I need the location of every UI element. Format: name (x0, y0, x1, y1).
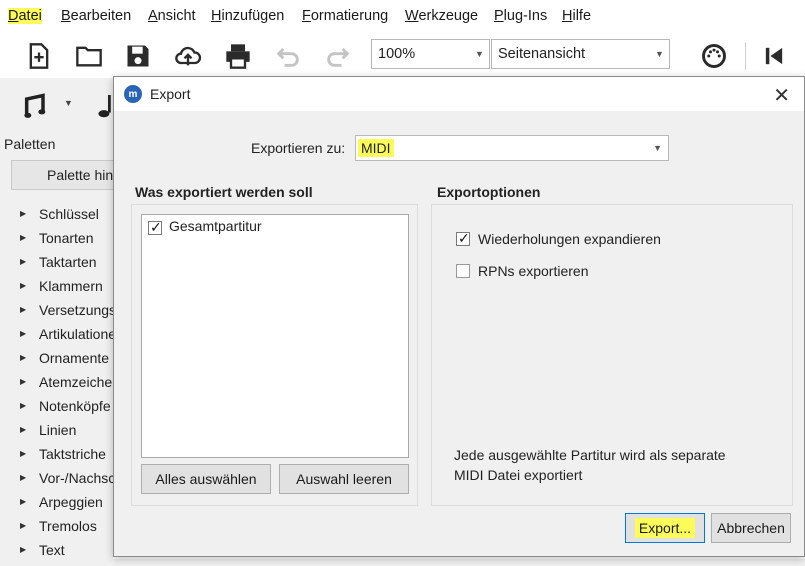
export-info-line: Jede ausgewählte Partitur wird als separ… (454, 447, 726, 463)
menu-werkzeuge[interactable]: Werkzeuge (405, 8, 478, 24)
palette-item[interactable]: ▶ Linien (0, 422, 115, 446)
export-info-line: MIDI Datei exportiert (454, 467, 583, 483)
save-icon[interactable] (121, 40, 155, 72)
menu-ansicht[interactable]: Ansicht (148, 8, 196, 24)
export-dialog: m Export ✕ Exportieren zu: MIDI ▼ Was ex… (113, 76, 805, 557)
triangle-right-icon: ▶ (20, 521, 27, 530)
menu-hilfe[interactable]: Hilfe (562, 8, 591, 24)
open-folder-icon[interactable] (72, 40, 106, 72)
triangle-right-icon: ▶ (20, 305, 27, 314)
dialog-title: Export (150, 86, 191, 102)
palette-item[interactable]: ▶ Atemzeichen (0, 374, 115, 398)
export-format-value: MIDI (358, 139, 394, 157)
triangle-right-icon: ▶ (20, 353, 27, 362)
triangle-right-icon: ▶ (20, 497, 27, 506)
triangle-right-icon: ▶ (20, 401, 27, 410)
palette-item[interactable]: ▶Versetzungszeichen (0, 302, 115, 326)
export-to-label: Exportieren zu: (251, 140, 346, 156)
cloud-upload-icon[interactable] (171, 40, 205, 72)
palettes-title: Paletten (4, 136, 56, 152)
export-info-note: Jede ausgewählte Partitur wird als separ… (454, 445, 726, 485)
clear-selection-button[interactable]: Auswahl leeren (279, 464, 409, 494)
add-palette-button[interactable]: Palette hinzufügen (11, 160, 121, 190)
note-input-icon[interactable] (22, 92, 50, 120)
palette-item[interactable]: ▶ Text (0, 542, 115, 566)
menu-bearbeiten[interactable]: Bearbeiten (61, 8, 131, 24)
triangle-right-icon: ▶ (20, 377, 27, 386)
chevron-down-icon: ▼ (655, 49, 664, 59)
palette-item[interactable]: ▶ Tonarten (0, 230, 115, 254)
palette-item[interactable]: ▶ Taktstriche (0, 446, 115, 470)
check-icon: ✓ (458, 230, 470, 246)
export-rpns-checkbox[interactable] (456, 264, 470, 278)
expand-repeats-checkbox[interactable]: ✓ (456, 230, 470, 246)
palette-item[interactable]: ▶ Tremolos (0, 518, 115, 542)
new-file-icon[interactable] (22, 40, 56, 72)
dialog-titlebar: m Export ✕ (114, 77, 804, 111)
menu-datei[interactable]: Datei (8, 8, 42, 24)
view-mode-combo[interactable]: Seitenansicht (491, 39, 651, 69)
triangle-right-icon: ▶ (20, 425, 27, 434)
palette-item[interactable]: ▶Artikulationen (0, 326, 115, 350)
menu-plugins[interactable]: Plug-Ins (494, 8, 547, 24)
what-to-export-title: Was exportiert werden soll (135, 184, 313, 200)
palette-item[interactable]: ▶ Arpeggien (0, 494, 115, 518)
triangle-right-icon: ▶ (20, 449, 27, 458)
cancel-button[interactable]: Abbrechen (711, 513, 791, 543)
palette-item[interactable]: ▶ Klammern (0, 278, 115, 302)
triangle-right-icon: ▶ (20, 329, 27, 338)
menu-formatierung[interactable]: Formatierung (302, 8, 388, 24)
main-toolbar: 100% ▼ Seitenansicht ▼ (0, 34, 805, 78)
midi-input-icon[interactable] (697, 40, 731, 72)
chevron-down-icon: ▼ (653, 143, 662, 153)
triangle-right-icon: ▶ (20, 473, 27, 482)
score-list[interactable]: ✓ Gesamtpartitur (141, 214, 409, 458)
select-all-button[interactable]: Alles auswählen (141, 464, 271, 494)
menu-hinzufuegen[interactable]: Hinzufügen (211, 8, 284, 24)
score-item-label[interactable]: Gesamtpartitur (169, 218, 262, 234)
zoom-combo-arrow[interactable]: ▼ (470, 39, 490, 69)
close-icon[interactable]: ✕ (773, 83, 790, 108)
export-button[interactable]: Export... (625, 513, 705, 543)
triangle-right-icon: ▶ (20, 209, 27, 218)
undo-icon[interactable] (271, 40, 305, 72)
palette-item[interactable]: ▶ Taktarten (0, 254, 115, 278)
palette-item[interactable]: ▶ Ornamente (0, 350, 115, 374)
redo-icon[interactable] (321, 40, 355, 72)
rewind-icon[interactable] (757, 40, 791, 72)
triangle-right-icon: ▶ (20, 257, 27, 266)
zoom-combo[interactable]: 100% (371, 39, 471, 69)
toolbar-separator (745, 42, 746, 70)
view-mode-combo-arrow[interactable]: ▼ (650, 39, 670, 69)
triangle-right-icon: ▶ (20, 233, 27, 242)
palette-item[interactable]: ▶ Schlüssel (0, 206, 115, 230)
expand-repeats-label[interactable]: Wiederholungen expandieren (478, 231, 661, 247)
note-input-toolbar: ▼ (0, 78, 120, 134)
export-rpns-label[interactable]: RPNs exportieren (478, 263, 589, 279)
triangle-right-icon: ▶ (20, 281, 27, 290)
menu-bar: Datei Bearbeiten Ansicht Hinzufügen Form… (0, 0, 805, 34)
triangle-right-icon: ▶ (20, 545, 27, 554)
musescore-logo-icon: m (124, 85, 142, 103)
score-checkbox[interactable]: ✓ (148, 219, 162, 235)
palettes-panel: Paletten Palette hinzufügen ▶Schlüssel ▶… (0, 130, 121, 559)
export-options-title: Exportoptionen (437, 184, 541, 200)
palette-item[interactable]: ▶ Notenköpfe (0, 398, 115, 422)
print-icon[interactable] (221, 40, 255, 72)
export-format-combo[interactable]: MIDI ▼ (355, 135, 669, 161)
chevron-down-icon: ▼ (475, 49, 484, 59)
chevron-down-icon[interactable]: ▼ (64, 98, 73, 108)
check-icon: ✓ (150, 219, 162, 235)
palette-item[interactable]: ▶Vor-/Nachschläge (0, 470, 115, 494)
